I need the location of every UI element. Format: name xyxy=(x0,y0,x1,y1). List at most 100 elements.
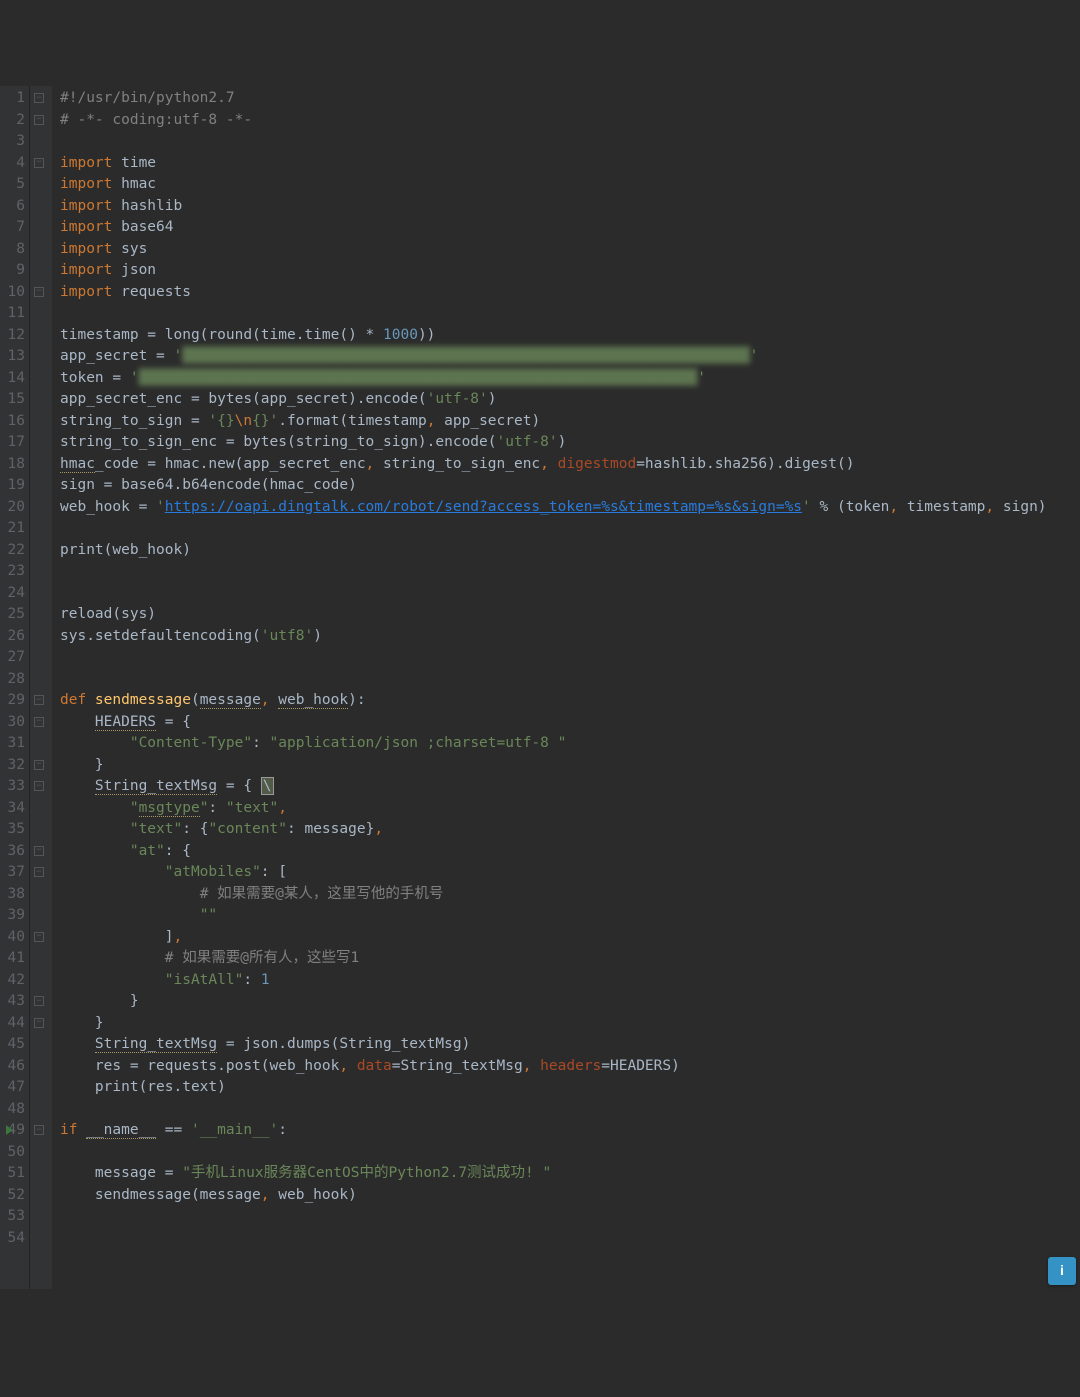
code-line[interactable]: def sendmessage(message, web_hook): xyxy=(60,690,1080,712)
code-line[interactable]: print(res.text) xyxy=(60,1077,1080,1099)
line-number[interactable]: 7 xyxy=(4,217,25,239)
code-line[interactable]: # 如果需要@所有人，这些写1 xyxy=(60,948,1080,970)
fold-toggle-icon[interactable] xyxy=(34,846,44,856)
fold-toggle-icon[interactable] xyxy=(34,158,44,168)
fold-toggle-icon[interactable] xyxy=(34,932,44,942)
code-line[interactable] xyxy=(60,518,1080,540)
line-number[interactable]: 16 xyxy=(4,411,25,433)
fold-toggle-icon[interactable] xyxy=(34,93,44,103)
line-number[interactable]: 25 xyxy=(4,604,25,626)
code-line[interactable]: res = requests.post(web_hook, data=Strin… xyxy=(60,1056,1080,1078)
line-number[interactable]: 18 xyxy=(4,454,25,476)
code-line[interactable]: import hmac xyxy=(60,174,1080,196)
line-number[interactable]: 31 xyxy=(4,733,25,755)
code-area[interactable]: #!/usr/bin/python2.7# -*- coding:utf-8 -… xyxy=(52,86,1080,1289)
fold-toggle-icon[interactable] xyxy=(34,1018,44,1028)
line-number[interactable]: 27 xyxy=(4,647,25,669)
code-line[interactable]: string_to_sign = '{}\n{}'.format(timesta… xyxy=(60,411,1080,433)
code-line[interactable]: ], xyxy=(60,927,1080,949)
line-number[interactable]: 43 xyxy=(4,991,25,1013)
line-number[interactable]: 54 xyxy=(4,1228,25,1250)
fold-toggle-icon[interactable] xyxy=(34,1125,44,1135)
code-line[interactable]: HEADERS = { xyxy=(60,712,1080,734)
code-line[interactable]: web_hook = 'https://oapi.dingtalk.com/ro… xyxy=(60,497,1080,519)
code-line[interactable]: # 如果需要@某人，这里写他的手机号 xyxy=(60,884,1080,906)
code-editor[interactable]: 1234567891011121314151617181920212223242… xyxy=(0,86,1080,1289)
code-line[interactable]: "isAtAll": 1 xyxy=(60,970,1080,992)
line-number[interactable]: 15 xyxy=(4,389,25,411)
line-number[interactable]: 37 xyxy=(4,862,25,884)
code-line[interactable]: "at": { xyxy=(60,841,1080,863)
fold-toggle-icon[interactable] xyxy=(34,781,44,791)
fold-toggle-icon[interactable] xyxy=(34,717,44,727)
code-line[interactable]: String_textMsg = json.dumps(String_textM… xyxy=(60,1034,1080,1056)
line-number[interactable]: 45 xyxy=(4,1034,25,1056)
line-number[interactable]: 39 xyxy=(4,905,25,927)
code-line[interactable]: "text": {"content": message}, xyxy=(60,819,1080,841)
line-number[interactable]: 51 xyxy=(4,1163,25,1185)
code-line[interactable] xyxy=(60,669,1080,691)
code-line[interactable]: "" xyxy=(60,905,1080,927)
fold-toggle-icon[interactable] xyxy=(34,760,44,770)
line-number[interactable]: 21 xyxy=(4,518,25,540)
line-number[interactable]: 38 xyxy=(4,884,25,906)
code-line[interactable]: print(web_hook) xyxy=(60,540,1080,562)
line-number[interactable]: 42 xyxy=(4,970,25,992)
fold-toggle-icon[interactable] xyxy=(34,115,44,125)
code-line[interactable]: string_to_sign_enc = bytes(string_to_sig… xyxy=(60,432,1080,454)
fold-column[interactable] xyxy=(30,86,52,1289)
code-line[interactable] xyxy=(60,647,1080,669)
line-number[interactable]: 2 xyxy=(4,110,25,132)
line-number[interactable]: 12 xyxy=(4,325,25,347)
code-line[interactable]: reload(sys) xyxy=(60,604,1080,626)
line-number[interactable]: 47 xyxy=(4,1077,25,1099)
code-line[interactable] xyxy=(60,1099,1080,1121)
line-number[interactable]: 53 xyxy=(4,1206,25,1228)
line-number[interactable]: 44 xyxy=(4,1013,25,1035)
code-line[interactable] xyxy=(60,1228,1080,1250)
code-line[interactable]: "atMobiles": [ xyxy=(60,862,1080,884)
code-line[interactable]: import hashlib xyxy=(60,196,1080,218)
code-line[interactable]: # -*- coding:utf-8 -*- xyxy=(60,110,1080,132)
code-line[interactable]: app_secret = '██████████████████████████… xyxy=(60,346,1080,368)
code-line[interactable]: import json xyxy=(60,260,1080,282)
code-line[interactable] xyxy=(60,583,1080,605)
line-number[interactable]: 9 xyxy=(4,260,25,282)
line-number[interactable]: 19 xyxy=(4,475,25,497)
code-line[interactable]: #!/usr/bin/python2.7 xyxy=(60,88,1080,110)
code-line[interactable] xyxy=(60,1206,1080,1228)
fold-toggle-icon[interactable] xyxy=(34,867,44,877)
code-line[interactable]: message = "手机Linux服务器CentOS中的Python2.7测试… xyxy=(60,1163,1080,1185)
code-line[interactable]: } xyxy=(60,1013,1080,1035)
line-number[interactable]: 14 xyxy=(4,368,25,390)
line-number[interactable]: 23 xyxy=(4,561,25,583)
line-number[interactable]: 50 xyxy=(4,1142,25,1164)
code-line[interactable] xyxy=(60,303,1080,325)
line-number-gutter[interactable]: 1234567891011121314151617181920212223242… xyxy=(0,86,30,1289)
line-number[interactable]: 34 xyxy=(4,798,25,820)
code-line[interactable]: import sys xyxy=(60,239,1080,261)
code-line[interactable]: } xyxy=(60,991,1080,1013)
line-number[interactable]: 46 xyxy=(4,1056,25,1078)
line-number[interactable]: 8 xyxy=(4,239,25,261)
line-number[interactable]: 4 xyxy=(4,153,25,175)
fold-toggle-icon[interactable] xyxy=(34,287,44,297)
line-number[interactable]: 40 xyxy=(4,927,25,949)
line-number[interactable]: 6 xyxy=(4,196,25,218)
code-line[interactable]: sign = base64.b64encode(hmac_code) xyxy=(60,475,1080,497)
fold-toggle-icon[interactable] xyxy=(34,996,44,1006)
line-number[interactable]: 29 xyxy=(4,690,25,712)
line-number[interactable]: 36 xyxy=(4,841,25,863)
line-number[interactable]: 24 xyxy=(4,583,25,605)
line-number[interactable]: 35 xyxy=(4,819,25,841)
code-line[interactable]: sys.setdefaultencoding('utf8') xyxy=(60,626,1080,648)
line-number[interactable]: 28 xyxy=(4,669,25,691)
line-number[interactable]: 3 xyxy=(4,131,25,153)
code-line[interactable]: } xyxy=(60,755,1080,777)
run-gutter-icon[interactable] xyxy=(6,1125,13,1135)
line-number[interactable]: 10 xyxy=(4,282,25,304)
line-number[interactable]: 1 xyxy=(4,88,25,110)
code-line[interactable]: "Content-Type": "application/json ;chars… xyxy=(60,733,1080,755)
code-line[interactable]: import time xyxy=(60,153,1080,175)
line-number[interactable]: 33 xyxy=(4,776,25,798)
